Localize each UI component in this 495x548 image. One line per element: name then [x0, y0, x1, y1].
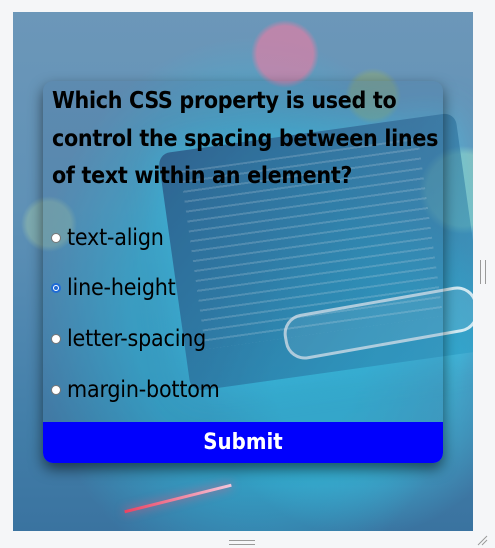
radio-line-height[interactable]: [51, 283, 61, 293]
radio-text-align[interactable]: [51, 233, 61, 243]
option-margin-bottom[interactable]: margin-bottom: [51, 375, 220, 405]
vertical-resize-handle[interactable]: [480, 260, 486, 284]
radio-margin-bottom[interactable]: [51, 385, 61, 395]
resize-grip-icon[interactable]: [476, 534, 488, 546]
option-letter-spacing[interactable]: letter-spacing: [51, 324, 206, 354]
option-label: text-align: [67, 225, 164, 251]
option-label: letter-spacing: [67, 326, 207, 352]
submit-button[interactable]: Submit: [43, 422, 443, 463]
background-glow-line: [124, 483, 232, 514]
radio-letter-spacing[interactable]: [51, 334, 61, 344]
option-line-height[interactable]: line-height: [51, 273, 176, 303]
option-label: line-height: [67, 275, 176, 301]
option-text-align[interactable]: text-align: [51, 223, 164, 253]
horizontal-resize-handle[interactable]: [229, 540, 255, 545]
quiz-panel: Which CSS property is used to control th…: [43, 81, 443, 463]
option-label: margin-bottom: [67, 377, 220, 403]
quiz-question: Which CSS property is used to control th…: [52, 88, 439, 189]
